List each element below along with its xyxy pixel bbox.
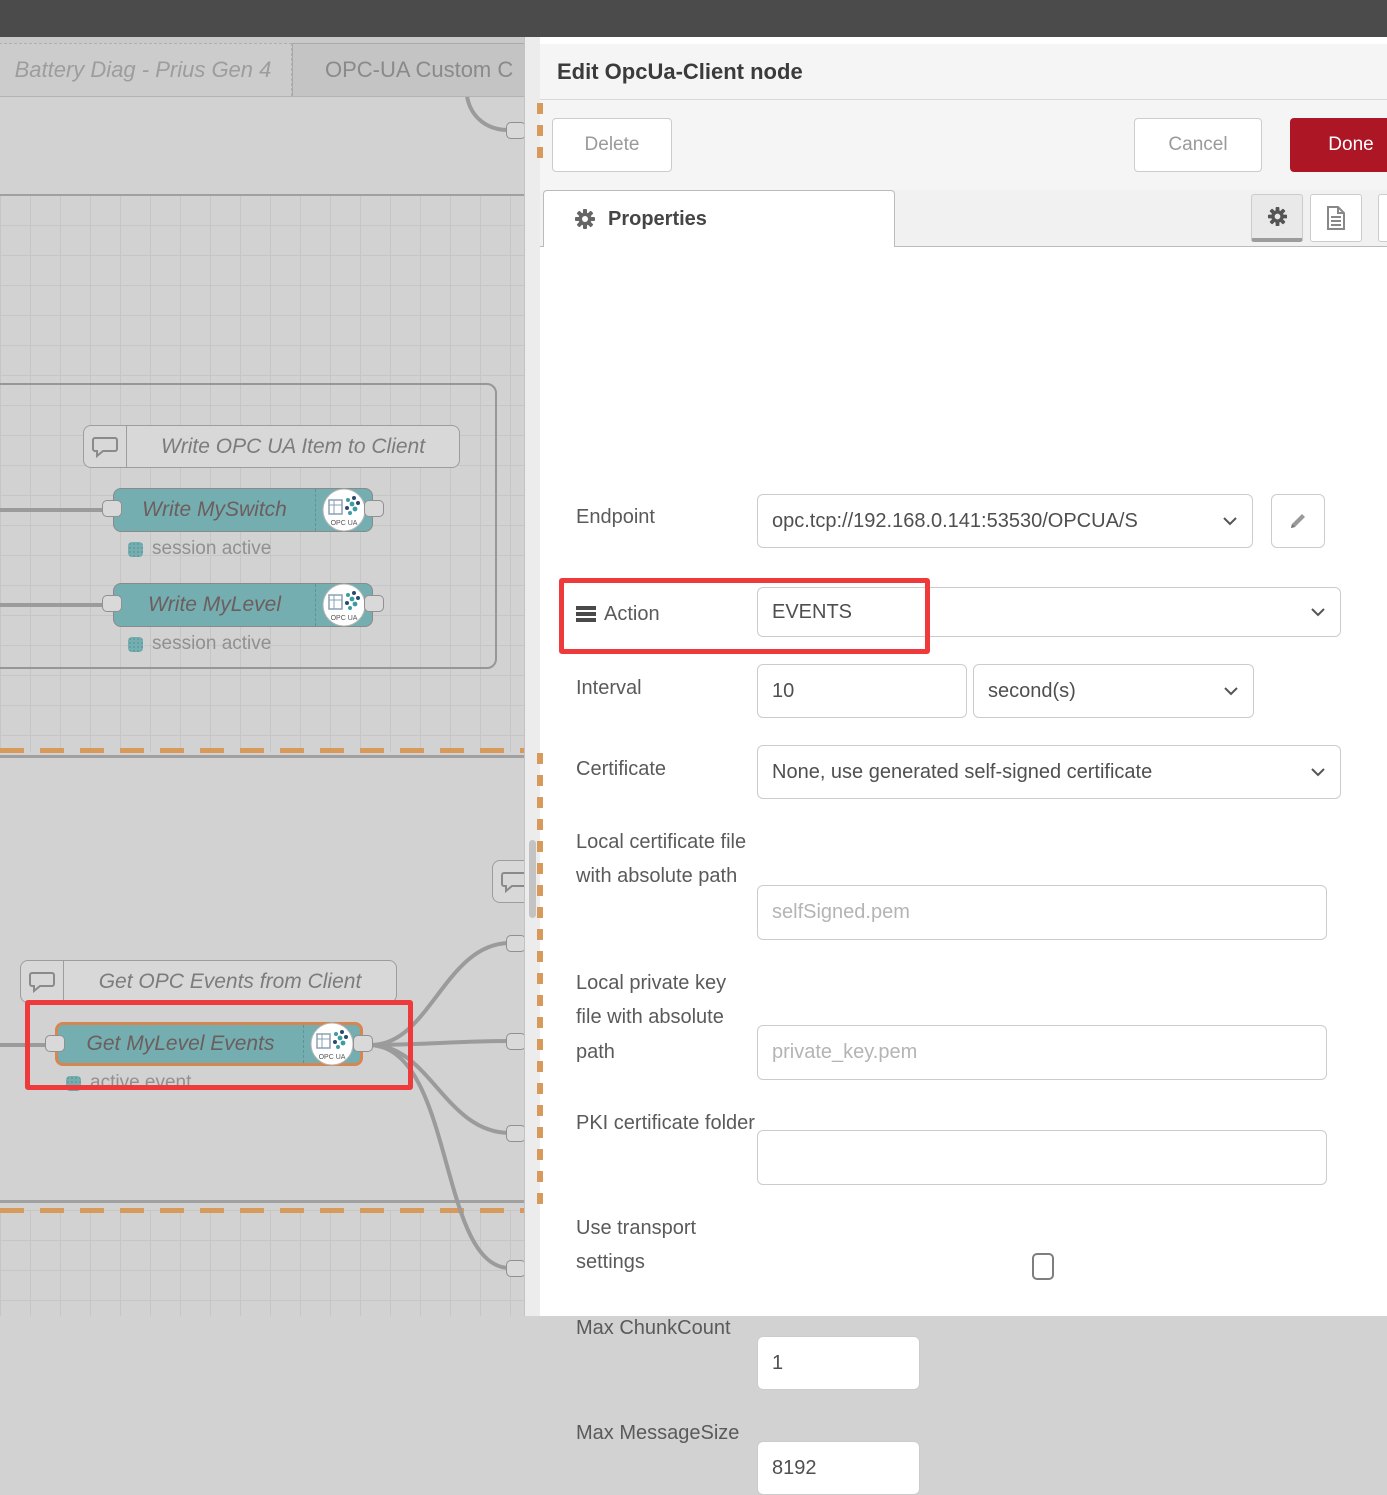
max-chunkcount-label: Max ChunkCount — [576, 1311, 756, 1345]
wire-port-stub[interactable] — [506, 122, 526, 139]
chevron-down-icon — [1222, 516, 1238, 526]
edit-node-dialog: Edit OpcUa-Client node Delete Cancel Don… — [524, 37, 1387, 1316]
certificate-label: Certificate — [576, 752, 756, 786]
comment-label: Get OPC Events from Client — [64, 961, 396, 1002]
interval-input[interactable] — [757, 664, 967, 718]
comment-label: Write OPC UA Item to Client — [127, 426, 459, 467]
appearance-icon-button[interactable] — [1378, 194, 1387, 242]
local-cert-input[interactable] — [757, 885, 1327, 940]
pki-folder-input[interactable] — [757, 1130, 1327, 1185]
edit-endpoint-button[interactable] — [1271, 494, 1325, 548]
svg-text:OPC UA: OPC UA — [331, 615, 358, 622]
private-key-label: Local private key file with absolute pat… — [576, 966, 756, 1069]
input-port[interactable] — [102, 500, 122, 517]
interval-unit-value: second(s) — [988, 680, 1223, 703]
certificate-value: None, use generated self-signed certific… — [772, 761, 1310, 784]
comment-node-write[interactable]: Write OPC UA Item to Client — [83, 425, 460, 468]
dialog-header: Edit OpcUa-Client node — [540, 44, 1387, 100]
chevron-down-icon — [1310, 607, 1326, 617]
group-dashed-border-vertical — [537, 753, 543, 1206]
dialog-title: Edit OpcUa-Client node — [540, 59, 803, 85]
tab-properties[interactable]: Properties — [543, 190, 895, 247]
interval-label: Interval — [576, 671, 756, 705]
wire-port-stub[interactable] — [506, 935, 526, 952]
dialog-tab-row: Properties — [540, 190, 1387, 247]
wire-port-stub[interactable] — [506, 1033, 526, 1050]
tab-label: Battery Diag - Prius Gen 4 — [15, 57, 272, 83]
group-dashed-border-vertical — [537, 103, 543, 166]
document-icon — [1326, 206, 1346, 230]
max-chunkcount-input[interactable] — [757, 1336, 920, 1390]
tab-battery-diag[interactable]: Battery Diag - Prius Gen 4 — [0, 43, 292, 96]
comment-node-get[interactable]: Get OPC Events from Client — [20, 960, 397, 1003]
endpoint-label: Endpoint — [576, 500, 756, 534]
pki-folder-label: PKI certificate folder — [576, 1106, 756, 1140]
gear-icon — [574, 208, 596, 230]
node-status: session active — [128, 633, 271, 655]
interval-unit-select[interactable]: second(s) — [973, 664, 1254, 718]
badge-text: OPC UA — [331, 520, 358, 527]
workspace-tab-bar: Battery Diag - Prius Gen 4 OPC-UA Custom… — [0, 37, 540, 97]
endpoint-value: opc.tcp://192.168.0.141:53530/OPCUA/S — [772, 510, 1222, 533]
node-label: Write MySwitch — [114, 489, 315, 531]
output-port[interactable] — [364, 595, 384, 612]
cancel-button[interactable]: Cancel — [1134, 118, 1262, 172]
status-dot-icon — [128, 637, 143, 652]
pencil-icon — [1288, 511, 1308, 531]
node-write-mylevel[interactable]: Write MyLevel OPC UA — [113, 583, 373, 627]
done-button[interactable]: Done — [1290, 118, 1387, 172]
certificate-select[interactable]: None, use generated self-signed certific… — [757, 745, 1341, 799]
node-status: session active — [128, 538, 271, 560]
delete-button[interactable]: Delete — [552, 118, 672, 172]
use-transport-checkbox[interactable] — [1032, 1253, 1054, 1280]
gear-icon — [1267, 206, 1288, 227]
properties-icon-button[interactable] — [1251, 194, 1303, 242]
status-text: session active — [152, 538, 271, 560]
tab-opcua-custom[interactable]: OPC-UA Custom C — [292, 43, 552, 96]
status-dot-icon — [128, 542, 143, 557]
wire-port-stub[interactable] — [506, 1260, 526, 1277]
tab-label: OPC-UA Custom C — [325, 57, 513, 83]
flow-editor-canvas[interactable]: Write OPC UA Item to Client Write MySwit… — [0, 0, 540, 1316]
endpoint-select[interactable]: opc.tcp://192.168.0.141:53530/OPCUA/S — [757, 494, 1253, 548]
max-messagesize-input[interactable] — [757, 1441, 920, 1495]
tab-properties-label: Properties — [608, 208, 707, 231]
output-port[interactable] — [364, 500, 384, 517]
input-port[interactable] — [102, 595, 122, 612]
local-cert-label: Local certificate file with absolute pat… — [576, 825, 756, 894]
chevron-down-icon — [1310, 767, 1326, 777]
node-write-myswitch[interactable]: Write MySwitch OPC UA — [113, 488, 373, 532]
dialog-scrollbar[interactable] — [529, 840, 536, 918]
app-header — [0, 0, 1387, 37]
dialog-button-row: Delete Cancel Done — [540, 100, 1387, 190]
annotation-node-red-box — [25, 1000, 413, 1090]
speech-bubble-icon — [21, 961, 64, 1002]
status-text: session active — [152, 633, 271, 655]
node-label: Write MyLevel — [114, 584, 315, 626]
chevron-down-icon — [1223, 686, 1239, 696]
max-messagesize-label: Max MessageSize — [576, 1416, 756, 1450]
description-icon-button[interactable] — [1310, 194, 1362, 242]
wire-port-stub[interactable] — [506, 1125, 526, 1142]
private-key-input[interactable] — [757, 1025, 1327, 1080]
speech-bubble-icon — [84, 426, 127, 467]
annotation-action-red-box — [559, 578, 930, 654]
transport-label: Use transport settings — [576, 1211, 756, 1280]
properties-form: Endpoint opc.tcp://192.168.0.141:53530/O… — [540, 247, 1387, 1316]
